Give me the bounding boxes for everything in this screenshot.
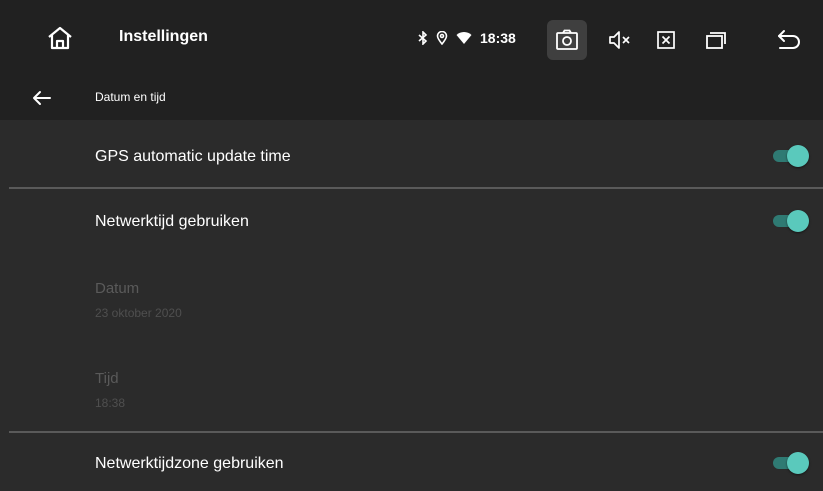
network-time-toggle[interactable] (771, 210, 809, 232)
setting-value: 23 oktober 2020 (95, 306, 182, 320)
location-icon (436, 31, 448, 45)
setting-label: Netwerktijd gebruiken (95, 213, 249, 230)
toggle-thumb (787, 452, 809, 474)
recent-apps-icon[interactable] (696, 20, 736, 60)
setting-network-timezone[interactable]: Netwerktijdzone gebruiken (0, 433, 823, 491)
return-icon[interactable] (769, 20, 809, 60)
setting-time: Tijd 18:38 (0, 360, 823, 430)
page-title: Datum en tijd (95, 90, 166, 104)
setting-label: GPS automatic update time (95, 148, 291, 165)
toggle-thumb (787, 210, 809, 232)
setting-label: Netwerktijdzone gebruiken (95, 455, 284, 472)
toggle-thumb (787, 145, 809, 167)
network-timezone-toggle[interactable] (771, 452, 809, 474)
setting-gps-update-time[interactable]: GPS automatic update time (0, 120, 823, 186)
back-arrow-icon[interactable] (30, 86, 54, 110)
mute-icon[interactable] (599, 20, 639, 60)
bluetooth-icon (418, 31, 428, 45)
page-header: Datum en tijd (0, 76, 823, 120)
setting-network-time[interactable]: Netwerktijd gebruiken (0, 189, 823, 255)
screenshot-icon[interactable] (547, 20, 587, 60)
setting-label: Datum (95, 280, 140, 297)
setting-label: Tijd (95, 370, 119, 387)
status-area: 18:38 (418, 25, 516, 51)
setting-date: Datum 23 oktober 2020 (0, 270, 823, 340)
gps-update-toggle[interactable] (771, 145, 809, 167)
clock-time: 18:38 (480, 30, 516, 46)
home-icon[interactable] (46, 24, 74, 52)
top-bar: Instellingen 18:38 (0, 0, 823, 76)
app-title: Instellingen (119, 28, 208, 45)
close-app-icon[interactable] (646, 20, 686, 60)
setting-value: 18:38 (95, 396, 126, 410)
wifi-icon (456, 31, 472, 45)
